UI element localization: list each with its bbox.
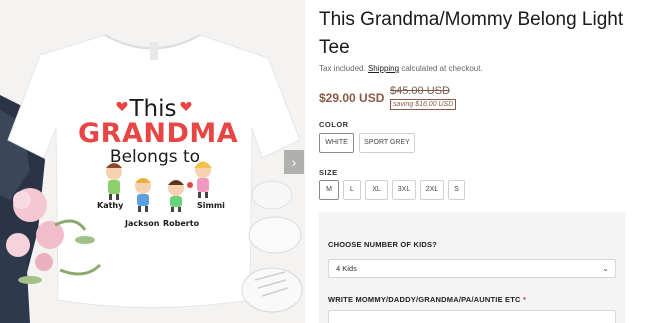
required-mark: * (522, 295, 527, 304)
product-title: This Grandma/Mommy Belong Light Tee (319, 9, 624, 58)
customization-panel: CHOOSE NUMBER OF KIDS? 4 Kids ⌄ WRITE MO… (319, 212, 625, 323)
color-option-white[interactable]: WHITE (319, 133, 354, 153)
shipping-link[interactable]: Shipping (368, 64, 399, 73)
kid-name-roberto: Roberto (163, 219, 200, 228)
tax-prefix: Tax included. (319, 64, 366, 73)
kids-count-value: 4 Kids (336, 264, 357, 273)
kids-count-label: CHOOSE NUMBER OF KIDS? (328, 240, 437, 249)
sale-price: $29.00 USD (319, 91, 385, 105)
write-title-input[interactable] (328, 310, 616, 323)
shirt-text-grandma: GRANDMA (78, 118, 239, 149)
color-option-sport-grey[interactable]: SPORT GREY (359, 133, 415, 153)
shirt-text-belongs-to: Belongs to (109, 147, 201, 167)
tax-suffix: calculated at checkout. (401, 64, 483, 73)
size-label: SIZE (319, 168, 338, 177)
size-option-3xl[interactable]: 3XL (392, 180, 416, 200)
chevron-down-icon: ⌄ (602, 264, 609, 273)
kid-name-jackson: Jackson (125, 219, 160, 228)
image-next-arrow-icon[interactable]: › (284, 150, 304, 174)
write-title-label: WRITE MOMMY/DADDY/GRANDMA/PA/AUNTIE ETC … (328, 295, 526, 304)
size-option-xl[interactable]: XL (365, 180, 388, 200)
size-option-2xl[interactable]: 2XL (420, 180, 444, 200)
size-option-s[interactable]: S (448, 180, 465, 200)
color-label: COLOR (319, 120, 349, 129)
write-title-text: WRITE MOMMY/DADDY/GRANDMA/PA/AUNTIE ETC (328, 295, 521, 304)
size-option-l[interactable]: L (343, 180, 361, 200)
kid-name-kathy: Kathy (97, 201, 124, 210)
kid-name-simmi: Simmi (197, 201, 225, 210)
tax-note: Tax included. Shipping calculated at che… (319, 64, 483, 73)
compare-price: $45.00 USD (390, 85, 450, 97)
kids-count-select[interactable]: 4 Kids ⌄ (328, 259, 616, 278)
product-image[interactable]: This GRANDMA Belongs to Kathy Jackson Ro… (0, 0, 305, 323)
size-option-m[interactable]: M (319, 180, 339, 200)
saving-badge: saving $16.00 USD (390, 99, 457, 110)
